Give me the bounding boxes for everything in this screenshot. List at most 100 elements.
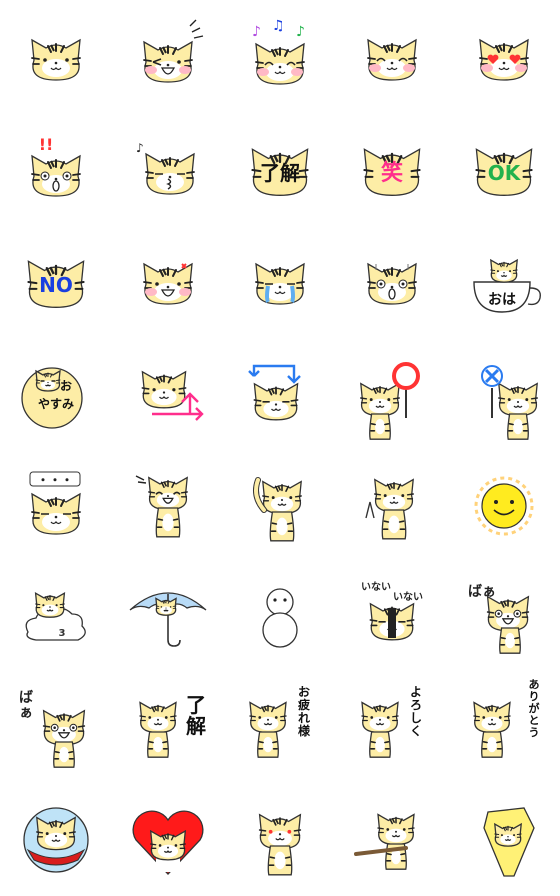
svg-text:く: く <box>410 724 422 738</box>
svg-text:う: う <box>529 726 540 739</box>
outline-icon <box>262 588 298 648</box>
tiger-face-icon <box>31 38 81 81</box>
stamp-text: ・・・ <box>37 473 73 487</box>
stamp-umbrella[interactable] <box>112 560 224 672</box>
tiger-face-icon <box>367 38 417 81</box>
tiger-body-icon <box>354 813 415 870</box>
stamp-face-plain[interactable] <box>0 0 112 112</box>
stamp-face-surprised[interactable]: !! <box>0 112 112 224</box>
tiger-body-icon: よろしく <box>361 685 422 758</box>
tiger-body-icon <box>365 478 414 540</box>
stamp-sun-smile[interactable] <box>448 448 560 560</box>
stamp-body-wave[interactable] <box>224 448 336 560</box>
stamp-text: ば <box>19 690 33 706</box>
stamp-spotlight[interactable] <box>448 784 560 896</box>
stamp-body-red-eyes[interactable] <box>224 784 336 896</box>
svg-text:様: 様 <box>298 723 311 738</box>
stamp-body-ryokai[interactable]: 了解 <box>112 672 224 784</box>
stamp-face-music[interactable]: ♪ ♫ ♪ <box>224 0 336 112</box>
maru-sign-icon <box>360 362 420 440</box>
tiger-face-icon <box>479 38 529 81</box>
stamp-grid: ♪ ♫ ♪!! ♪ 了解笑 OK NO おはおやすみ ・・・ 3 いない いない ばぁばぁ了解お疲れ様よ… <box>0 0 560 896</box>
tiger-face-icon: !! <box>31 135 81 197</box>
stamp-text: OK <box>488 161 522 185</box>
stamp-ba-jump[interactable]: ばぁ <box>0 672 112 784</box>
svg-text:よ: よ <box>410 685 422 699</box>
stamp-body-otsukaresama[interactable]: お疲れ様 <box>224 672 336 784</box>
stamp-face-blush-smile[interactable] <box>336 0 448 112</box>
light-icon <box>483 807 535 877</box>
svg-text:♪: ♪ <box>252 24 261 40</box>
circle-icon <box>23 807 89 873</box>
sun-icon <box>474 476 534 536</box>
stamp-body-laugh[interactable] <box>112 448 224 560</box>
tiger-body-icon: お疲れ様 <box>249 685 311 758</box>
svg-text:ろ: ろ <box>410 698 422 712</box>
stamp-face-arrow-pink[interactable] <box>112 336 224 448</box>
stamp-text: 笑 <box>381 160 403 186</box>
tiger-body-icon: ばぁ <box>19 690 86 768</box>
svg-text:!!: !! <box>39 135 54 154</box>
stamp-sign-warai[interactable]: 笑 <box>336 112 448 224</box>
stamp-body-peace[interactable] <box>336 448 448 560</box>
moon-icon: おやすみ <box>21 367 83 429</box>
stamp-body-arigatou[interactable]: ありがとう <box>448 672 560 784</box>
tiger-sign-icon: 笑 <box>363 148 421 196</box>
stamp-text: やすみ <box>38 397 74 411</box>
stamp-sign-no[interactable]: NO <box>0 224 112 336</box>
stamp-moon-oyasumi[interactable]: おやすみ <box>0 336 112 448</box>
stamp-sign-ryokai[interactable]: 了解 <box>224 112 336 224</box>
cup-icon: おは <box>473 258 541 313</box>
stamp-face-ellipsis[interactable]: ・・・ <box>0 448 112 560</box>
svg-text:が: が <box>529 701 540 715</box>
stamp-ba-peekaboo[interactable]: ばぁ <box>448 560 560 672</box>
stamp-holding-cross[interactable] <box>448 336 560 448</box>
stamp-snowman-eight[interactable] <box>224 560 336 672</box>
heart-icon <box>132 810 204 875</box>
svg-text:れ: れ <box>298 711 310 725</box>
stamp-face-shocked[interactable] <box>336 224 448 336</box>
stamp-inai-inai[interactable]: いない いない <box>336 560 448 672</box>
stamp-face-angry[interactable] <box>112 224 224 336</box>
svg-text:♫: ♫ <box>272 18 285 34</box>
stamp-face-heart-eyes[interactable] <box>448 0 560 112</box>
stamp-text: ばぁ <box>468 584 496 600</box>
stamp-text: いない <box>393 591 423 603</box>
svg-text:♪: ♪ <box>136 141 144 155</box>
stamp-body-yoroshiku[interactable]: よろしく <box>336 672 448 784</box>
stamp-text: 了解 <box>260 161 300 185</box>
stamp-text: おは <box>488 292 516 308</box>
stamp-face-kiss-whistle[interactable]: ♪ <box>112 112 224 224</box>
arrow-icon <box>248 364 301 421</box>
stamp-cloud-ride[interactable]: 3 <box>0 560 112 672</box>
stamp-holding-circle[interactable] <box>336 336 448 448</box>
stamp-circle-cape[interactable] <box>0 784 112 896</box>
stamp-cup-ohayo[interactable]: おは <box>448 224 560 336</box>
stamp-body-bat[interactable] <box>336 784 448 896</box>
tiger-body-icon: ばぁ <box>468 584 530 654</box>
svg-text:し: し <box>410 711 422 725</box>
svg-text:♪: ♪ <box>296 24 305 40</box>
cloud-icon: 3 <box>25 592 86 641</box>
tiger-body-icon: ありがとう <box>473 678 540 758</box>
tiger-sign-icon: OK <box>475 148 533 196</box>
stamp-face-arrow-blue[interactable] <box>224 336 336 448</box>
stamp-sign-ok[interactable]: OK <box>448 112 560 224</box>
stamp-text: ぁ <box>19 705 33 721</box>
stamp-heart-frame[interactable] <box>112 784 224 896</box>
speech-dots-icon: ・・・ <box>29 471 81 535</box>
arrow-icon <box>141 370 204 421</box>
stamp-face-wink-laugh[interactable] <box>112 0 224 112</box>
svg-text:お: お <box>298 685 310 699</box>
stamp-text: NO <box>39 273 73 297</box>
tiger-face-icon: ♪ ♫ ♪ <box>252 18 305 85</box>
tiger-body-icon <box>135 475 188 538</box>
tiger-face-icon <box>143 19 204 83</box>
stamp-face-crying[interactable] <box>224 224 336 336</box>
svg-text:3: 3 <box>59 628 66 639</box>
tiger-body-icon <box>253 477 302 542</box>
tiger-body-icon: いないいない <box>361 581 423 641</box>
tiger-body-icon <box>258 813 302 876</box>
stamp-text: お <box>60 379 72 393</box>
svg-text:疲: 疲 <box>298 697 310 712</box>
